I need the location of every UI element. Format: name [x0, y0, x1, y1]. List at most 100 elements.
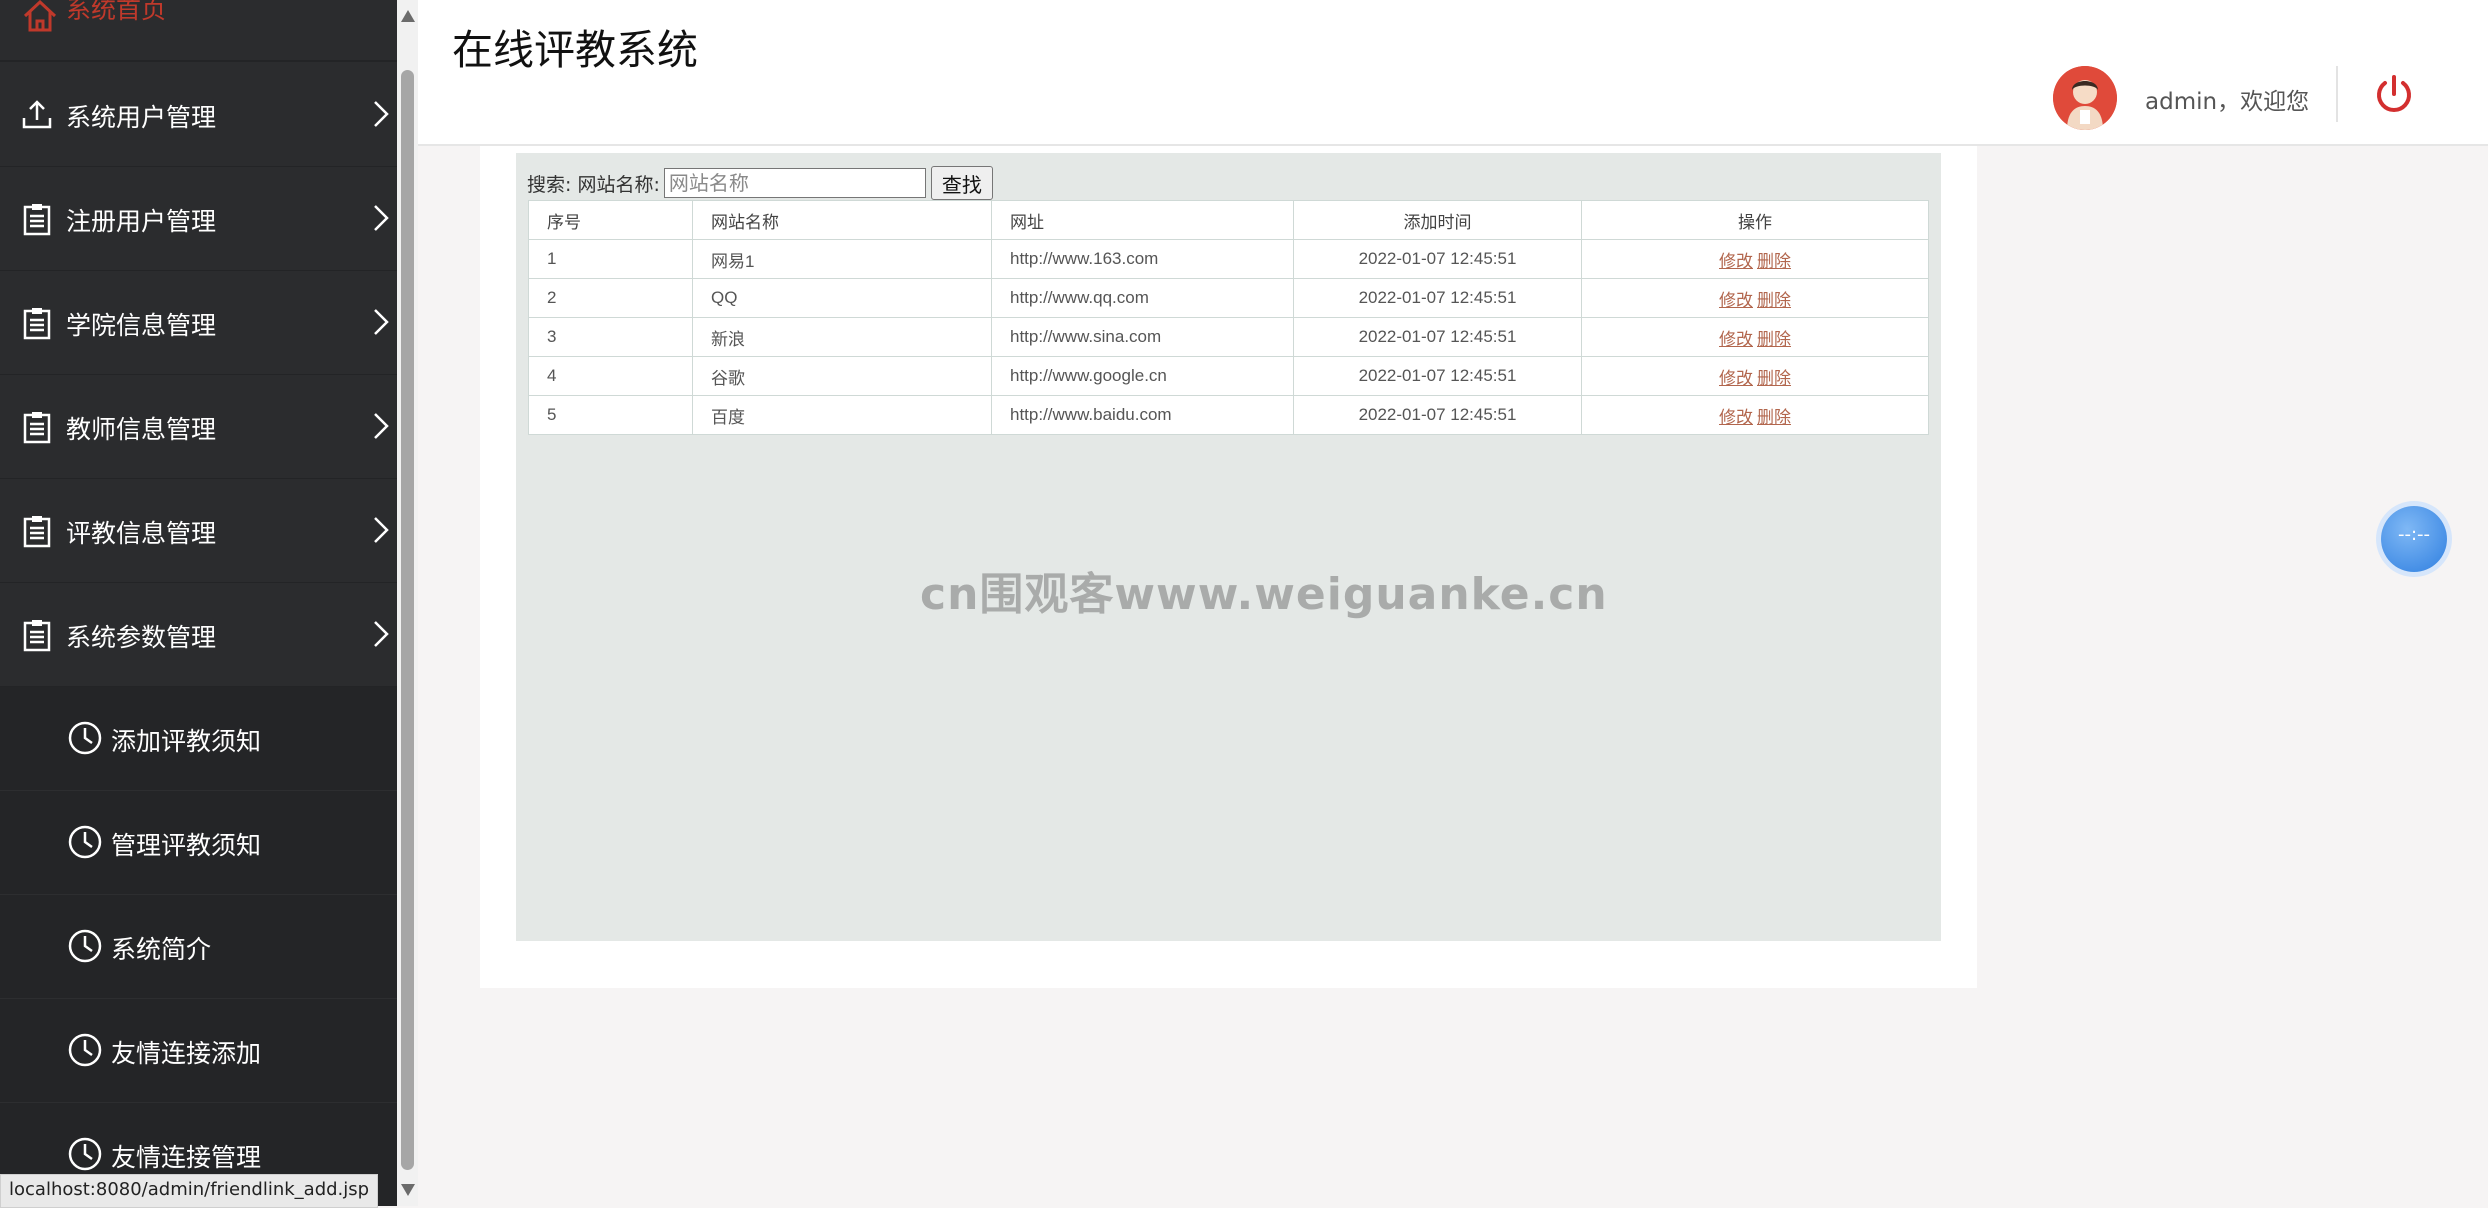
sidebar-subitem-add-notice[interactable]: 添加评教须知 [0, 687, 397, 792]
watermark-text: cn围观客www.weiguanke.cn [920, 569, 1608, 620]
cell-url: http://www.sina.com [991, 317, 1294, 357]
cell-actions: 修改 删除 [1581, 356, 1929, 396]
chevron-right-icon [374, 517, 389, 543]
clock-icon [68, 929, 102, 963]
sidebar-item-label: 系统首页 [66, 0, 167, 24]
column-header-time: 添加时间 [1293, 200, 1582, 240]
search-label: 搜索: 网站名称: [527, 173, 660, 196]
sidebar-item-label: 评教信息管理 [66, 519, 217, 548]
cell-id: 2 [528, 278, 693, 318]
sidebar-subitem-add-friendlink[interactable]: 友情连接添加 [0, 999, 397, 1104]
power-logout-icon[interactable] [2371, 72, 2417, 118]
clipboard-icon [23, 516, 51, 548]
delete-link[interactable]: 删除 [1757, 408, 1791, 427]
user-avatar-icon [2053, 66, 2117, 130]
table-row: 1 网易1 http://www.163.com 2022-01-07 12:4… [528, 239, 1929, 279]
edit-link[interactable]: 修改 [1719, 330, 1753, 349]
edit-link[interactable]: 修改 [1719, 369, 1753, 388]
chevron-right-icon [374, 621, 389, 647]
sidebar-item-system-params[interactable]: 系统参数管理 [0, 583, 397, 688]
table-row: 5 百度 http://www.baidu.com 2022-01-07 12:… [528, 395, 1929, 435]
delete-link[interactable]: 删除 [1757, 291, 1791, 310]
clock-icon [68, 721, 102, 755]
sidebar-item-system-users[interactable]: 系统用户管理 [0, 63, 397, 168]
sidebar-subitem-manage-notice[interactable]: 管理评教须知 [0, 791, 397, 896]
cell-actions: 修改 删除 [1581, 395, 1929, 435]
chevron-right-icon [374, 101, 389, 127]
cell-time: 2022-01-07 12:45:51 [1293, 395, 1582, 435]
table-row: 2 QQ http://www.qq.com 2022-01-07 12:45:… [528, 278, 1929, 318]
sidebar-item-home[interactable]: 系统首页 [0, 0, 397, 62]
sidebar-item-label: 管理评教须知 [111, 831, 262, 860]
avatar[interactable] [2053, 66, 2117, 130]
table-header-row: 序号 网站名称 网址 添加时间 操作 [528, 200, 1929, 240]
sidebar-item-label: 添加评教须知 [111, 727, 262, 756]
cell-id: 5 [528, 395, 693, 435]
cell-url: http://www.163.com [991, 239, 1294, 279]
cell-url: http://www.qq.com [991, 278, 1294, 318]
sidebar-item-label: 系统简介 [111, 935, 212, 964]
chevron-right-icon [374, 413, 389, 439]
cell-time: 2022-01-07 12:45:51 [1293, 356, 1582, 396]
cell-url: http://www.baidu.com [991, 395, 1294, 435]
app-title: 在线评教系统 [452, 26, 698, 74]
scrollbar-thumb[interactable] [401, 70, 414, 1170]
cell-url: http://www.google.cn [991, 356, 1294, 396]
sidebar-item-label: 系统参数管理 [66, 623, 217, 652]
browser-status-url: localhost:8080/admin/friendlink_add.jsp [0, 1174, 379, 1208]
sidebar-item-label: 友情连接管理 [111, 1143, 262, 1172]
cell-name: 百度 [692, 395, 992, 435]
delete-link[interactable]: 删除 [1757, 252, 1791, 271]
clock-icon [68, 1137, 102, 1171]
cell-id: 1 [528, 239, 693, 279]
sidebar-item-label: 友情连接添加 [111, 1039, 262, 1068]
edit-link[interactable]: 修改 [1719, 252, 1753, 271]
sidebar-subitem-system-intro[interactable]: 系统简介 [0, 895, 397, 1000]
scroll-up-arrow-icon[interactable] [401, 10, 415, 22]
table-row: 4 谷歌 http://www.google.cn 2022-01-07 12:… [528, 356, 1929, 396]
clipboard-icon [23, 308, 51, 340]
chevron-right-icon [374, 309, 389, 335]
home-icon [23, 0, 57, 32]
sidebar-item-teacher-info[interactable]: 教师信息管理 [0, 375, 397, 480]
column-header-url: 网址 [991, 200, 1294, 240]
delete-link[interactable]: 删除 [1757, 330, 1791, 349]
sidebar-item-college-info[interactable]: 学院信息管理 [0, 271, 397, 376]
scroll-down-arrow-icon[interactable] [401, 1184, 415, 1196]
column-header-name: 网站名称 [692, 200, 992, 240]
cell-name: 谷歌 [692, 356, 992, 396]
clipboard-icon [23, 412, 51, 444]
cell-name: QQ [692, 278, 992, 318]
search-bar: 搜索: 网站名称: 查找 [527, 166, 993, 200]
sidebar-item-label: 系统用户管理 [66, 103, 217, 132]
cell-name: 新浪 [692, 317, 992, 357]
floating-button-label: --:-- [2397, 524, 2431, 545]
column-header-actions: 操作 [1581, 200, 1929, 240]
sidebar-scrollbar[interactable] [397, 0, 418, 1206]
floating-assist-button[interactable]: --:-- [2381, 506, 2447, 572]
cell-time: 2022-01-07 12:45:51 [1293, 278, 1582, 318]
cell-actions: 修改 删除 [1581, 278, 1929, 318]
sidebar-item-registered-users[interactable]: 注册用户管理 [0, 167, 397, 272]
sidebar-item-label: 教师信息管理 [66, 415, 217, 444]
clipboard-icon [23, 620, 51, 652]
cell-actions: 修改 删除 [1581, 239, 1929, 279]
sidebar-item-evaluation-info[interactable]: 评教信息管理 [0, 479, 397, 584]
friendlink-table: 序号 网站名称 网址 添加时间 操作 1 网易1 http://www.163.… [528, 200, 1929, 435]
clock-icon [68, 825, 102, 859]
sidebar-item-label: 学院信息管理 [66, 311, 217, 340]
search-input[interactable] [663, 168, 926, 198]
column-header-id: 序号 [528, 200, 693, 240]
cell-id: 4 [528, 356, 693, 396]
welcome-text: admin，欢迎您 [2145, 89, 2310, 115]
search-button[interactable]: 查找 [930, 166, 993, 200]
cell-actions: 修改 删除 [1581, 317, 1929, 357]
cell-id: 3 [528, 317, 693, 357]
clock-icon [68, 1033, 102, 1067]
sidebar: 系统首页 系统用户管理 注册用户管理 学院信息管理 教师信息管理 评教信息管理 … [0, 0, 397, 1206]
cell-time: 2022-01-07 12:45:51 [1293, 317, 1582, 357]
delete-link[interactable]: 删除 [1757, 369, 1791, 388]
sidebar-item-label: 注册用户管理 [66, 207, 217, 236]
edit-link[interactable]: 修改 [1719, 291, 1753, 310]
edit-link[interactable]: 修改 [1719, 408, 1753, 427]
